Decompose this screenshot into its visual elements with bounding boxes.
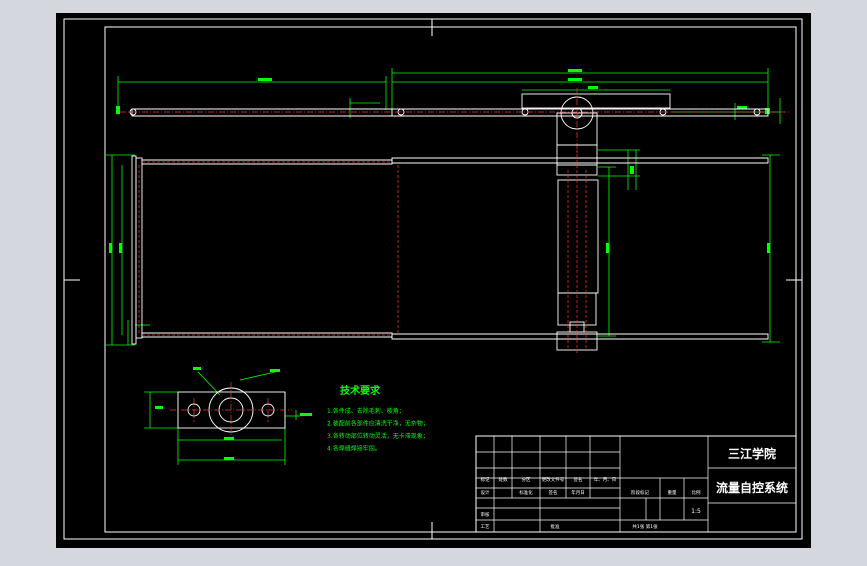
approve-label: 批准: [551, 523, 560, 530]
header-label-0: 处数: [499, 476, 508, 483]
header-label-2: 更改文件号: [542, 476, 565, 483]
drawing-title: 流量自控系统: [716, 480, 788, 495]
header-label-1: 分区: [522, 476, 531, 483]
header-label-4: 年、月、日: [594, 476, 617, 483]
stage-label-2: 比例: [692, 489, 701, 496]
design-row-2: 年月日: [571, 489, 585, 496]
requirement-item: 4.各焊缝焊接牢固。: [327, 445, 381, 453]
requirements-title: 技术要求: [340, 384, 381, 397]
row-label-0: 标记: [481, 476, 490, 483]
drawing-sheet: 技术要求 1.各件成、去除毛刺、棱角； 2.装配前各部件应清洗干净，无杂物； 3.各…: [56, 13, 811, 548]
drawing-background: [56, 13, 811, 548]
row-label-2: 审核: [481, 511, 490, 518]
header-label-3: 签名: [574, 476, 583, 483]
scale-value: 1:5: [691, 508, 701, 515]
requirement-item: 1.各件成、去除毛刺、棱角；: [327, 407, 405, 415]
requirement-item: 2.装配前各部件应清洗干净，无杂物；: [327, 420, 429, 428]
stage-label-1: 重量: [668, 489, 677, 496]
design-row-1: 签名: [549, 489, 558, 496]
row-label-3: 工艺: [481, 524, 490, 530]
row-label-1: 设计: [481, 489, 490, 496]
sheet-label: 共1张 第1张: [632, 523, 658, 530]
design-row-0: 标准化: [519, 489, 533, 496]
stage-label-0: 阶段标记: [631, 489, 649, 496]
school-name: 三江学院: [728, 446, 776, 461]
requirement-item: 3.各转动部位转动灵活，无卡滞现象；: [327, 432, 429, 440]
cad-viewport[interactable]: 技术要求 1.各件成、去除毛刺、棱角； 2.装配前各部件应清洗干净，无杂物； 3.各…: [0, 0, 867, 562]
